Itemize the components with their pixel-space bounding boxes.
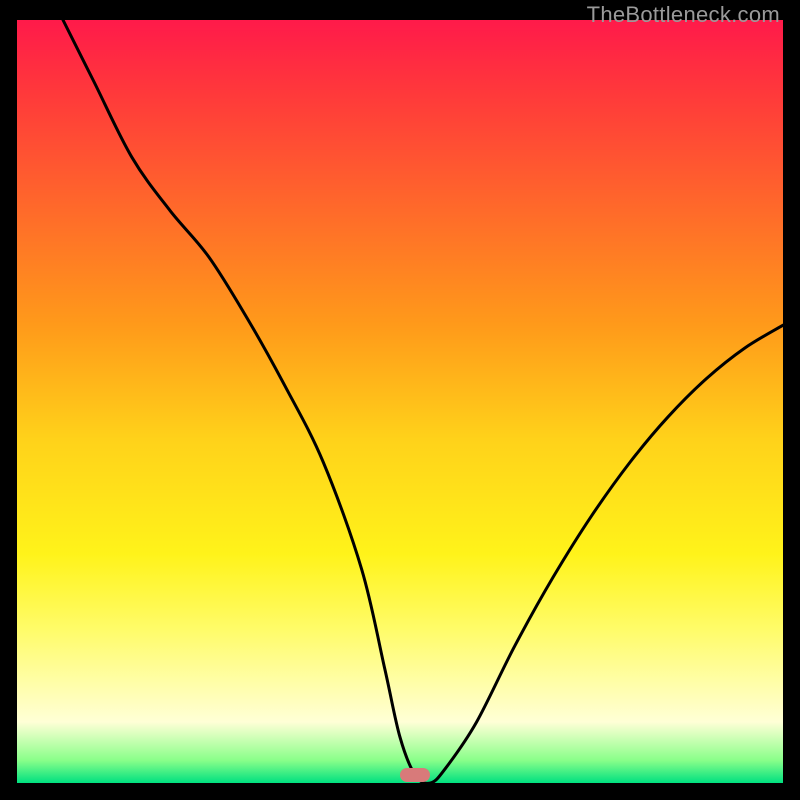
- bottleneck-curve: [17, 20, 783, 783]
- watermark-text: TheBottleneck.com: [587, 2, 780, 28]
- optimal-marker: [400, 768, 430, 782]
- curve-path: [63, 20, 783, 783]
- chart-frame: [17, 0, 783, 783]
- plot-area: [17, 20, 783, 783]
